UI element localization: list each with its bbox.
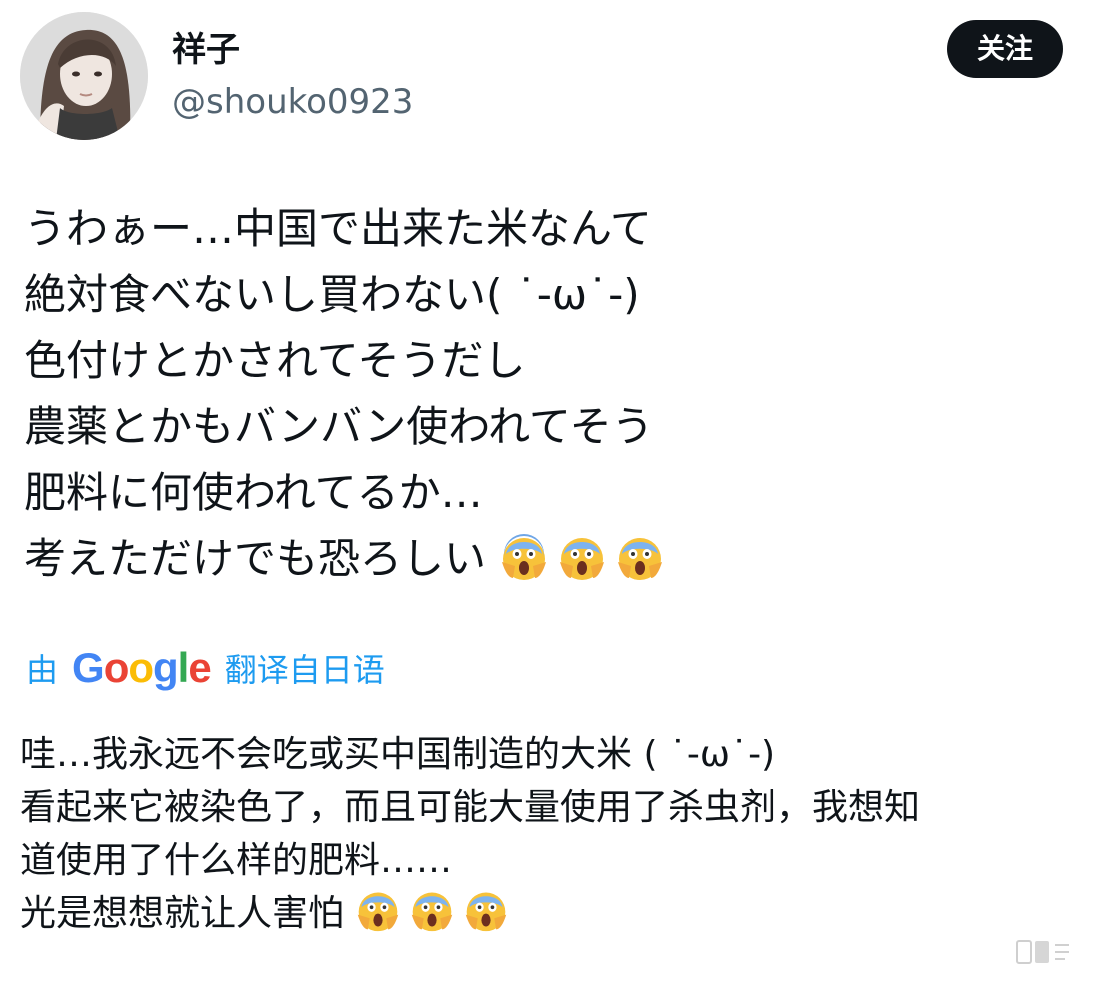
tweet-line: 肥料に何使われてるか… bbox=[24, 468, 483, 517]
tweet-line-last: 考えただけでも恐ろしい bbox=[24, 526, 1064, 592]
translation-suffix: 翻译自日语 bbox=[224, 651, 385, 689]
translated-line: 看起来它被染色了，而且可能大量使用了杀虫剂，我想知 bbox=[20, 787, 921, 828]
display-name[interactable]: 祥子 bbox=[172, 30, 240, 70]
user-handle[interactable]: @shouko0923 bbox=[172, 82, 413, 122]
translation-attribution[interactable]: 由 Google 翻译自日语 bbox=[26, 640, 385, 696]
tweet-line: うわぁー…中国で出来た米なんて bbox=[24, 204, 652, 253]
tweet-line-text: 考えただけでも恐ろしい bbox=[24, 534, 487, 583]
translated-line: 哇…我永远不会吃或买中国制造的大米 ( ˙-ω˙-) bbox=[20, 734, 776, 775]
follow-button[interactable]: 关注 bbox=[946, 20, 1063, 78]
face-screaming-in-fear-icon bbox=[463, 887, 509, 933]
tweet-text: うわぁー…中国で出来た米なんて 絶対食べないし買わない( ˙-ω˙-) 色付けと… bbox=[24, 196, 1064, 592]
post-header: 祥子 @shouko0923 关注 bbox=[20, 10, 1075, 140]
face-screaming-in-fear-icon bbox=[499, 532, 549, 582]
translated-line: 道使用了什么样的肥料…… bbox=[20, 840, 453, 881]
translated-line-last: 光是想想就让人害怕 bbox=[20, 887, 1080, 940]
translated-text: 哇…我永远不会吃或买中国制造的大米 ( ˙-ω˙-) 看起来它被染色了，而且可能… bbox=[20, 728, 1080, 940]
avatar-portrait-icon bbox=[20, 12, 148, 140]
face-screaming-in-fear-icon bbox=[615, 532, 665, 582]
face-screaming-in-fear-icon bbox=[557, 532, 607, 582]
watermark-icon bbox=[1013, 935, 1073, 969]
translated-line-text: 光是想想就让人害怕 bbox=[20, 893, 345, 934]
face-screaming-in-fear-icon bbox=[409, 887, 455, 933]
translation-prefix: 由 bbox=[26, 651, 59, 689]
tweet-line: 絶対食べないし買わない( ˙-ω˙-) bbox=[24, 270, 640, 319]
post-card: 祥子 @shouko0923 关注 うわぁー…中国で出来た米なんて 絶対食べない… bbox=[0, 0, 1095, 989]
tweet-line: 色付けとかされてそうだし bbox=[24, 336, 526, 385]
google-logo: Google bbox=[72, 644, 212, 691]
avatar[interactable] bbox=[20, 12, 148, 140]
tweet-line: 農薬とかもバンバン使われてそう bbox=[24, 402, 654, 451]
face-screaming-in-fear-icon bbox=[355, 887, 401, 933]
